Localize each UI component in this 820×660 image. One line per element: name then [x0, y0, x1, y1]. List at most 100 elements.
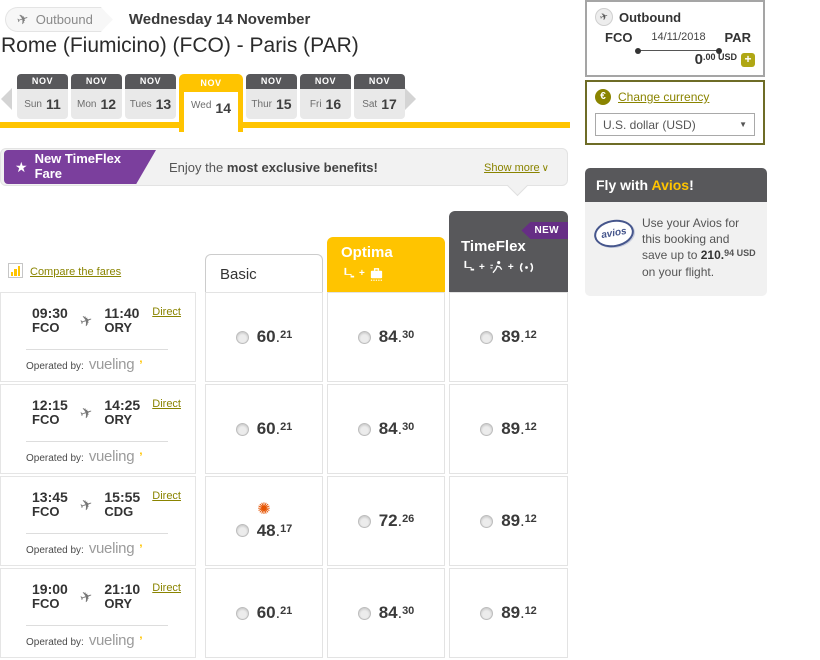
direct-link[interactable]: Direct	[152, 490, 181, 502]
price-value: 60.21	[257, 419, 293, 439]
fare-radio[interactable]	[480, 423, 493, 436]
fare-radio[interactable]	[480, 515, 493, 528]
chevron-down-icon: ∨	[542, 163, 549, 174]
date-tab-month: NOV	[71, 74, 122, 89]
fare-option-basic[interactable]: 60.21	[205, 568, 323, 658]
banner-notch	[507, 175, 528, 196]
plane-icon: ✈	[77, 494, 95, 515]
direct-link[interactable]: Direct	[152, 582, 181, 594]
divider	[26, 349, 168, 350]
date-tab-month: NOV	[17, 74, 68, 89]
departure-airport: FCO	[32, 413, 68, 428]
date-tab-month: NOV	[246, 74, 297, 89]
date-tab-month: NOV	[300, 74, 351, 89]
banner-message: Enjoy the most exclusive benefits!	[169, 160, 378, 175]
fare-option-timeflex[interactable]: 89.12	[449, 384, 568, 474]
price-value: 89.12	[501, 327, 537, 347]
outbound-summary-box: ✈ Outbound FCO 14/11/2018 PAR 0.00 USD +	[585, 0, 765, 77]
fare-radio[interactable]	[480, 607, 493, 620]
fare-option-timeflex[interactable]: 89.12	[449, 476, 568, 566]
price-value: 60.21	[257, 327, 293, 347]
fare-option-optima[interactable]: 72.26	[327, 476, 445, 566]
flight-row: 12:15FCO ✈ 14:25ORY Direct Operated by: …	[0, 384, 570, 474]
timeflex-benefits-icons: + +	[461, 260, 568, 274]
fare-option-optima[interactable]: 84.30	[327, 292, 445, 382]
divider	[26, 625, 168, 626]
flight-info-cell: 12:15FCO ✈ 14:25ORY Direct Operated by: …	[0, 384, 196, 474]
fare-table: Compare the fares Basic Optima + NEW Tim…	[0, 211, 570, 660]
operated-by-label: Operated by:	[26, 453, 84, 464]
avios-logo: avios	[592, 217, 636, 251]
flight-info-cell: 09:30FCO ✈ 11:40ORY Direct Operated by: …	[0, 292, 196, 382]
fare-column-optima[interactable]: Optima +	[327, 237, 445, 292]
summary-title: Outbound	[619, 10, 681, 25]
avios-message: Use your Avios for this booking and save…	[642, 215, 758, 280]
fare-radio[interactable]	[236, 331, 249, 344]
fare-radio[interactable]	[358, 515, 371, 528]
expand-total-button[interactable]: +	[741, 53, 755, 67]
date-tab[interactable]: NOV Sun 11	[17, 74, 68, 119]
plane-icon: ✈	[77, 586, 95, 607]
departure-airport: FCO	[32, 505, 68, 520]
fare-radio[interactable]	[480, 331, 493, 344]
price-value: 89.12	[501, 603, 537, 623]
hot-deal-icon: ✺	[257, 502, 270, 518]
date-tab[interactable]: NOV Tues 13	[125, 74, 176, 119]
currency-select[interactable]: U.S. dollar (USD) ▼	[595, 113, 755, 136]
sidebar: ✈ Outbound FCO 14/11/2018 PAR 0.00 USD +…	[585, 0, 767, 296]
currency-icon: €	[595, 89, 611, 105]
date-tab-daynum: 17	[381, 96, 397, 112]
fare-radio[interactable]	[236, 607, 249, 620]
compare-fares-link[interactable]: Compare the fares	[8, 263, 121, 278]
fare-option-optima[interactable]: 84.30	[327, 568, 445, 658]
fare-option-timeflex[interactable]: 89.12	[449, 292, 568, 382]
date-tab-month: NOV	[179, 74, 243, 92]
direct-link[interactable]: Direct	[152, 306, 181, 318]
date-tab[interactable]: NOV Sat 17	[354, 74, 405, 119]
date-tab[interactable]: NOV Thur 15	[246, 74, 297, 119]
price-value: 72.26	[379, 511, 415, 531]
price-value: 84.30	[379, 327, 415, 347]
departure-time: 13:45	[32, 489, 68, 505]
price-value: 89.12	[501, 419, 537, 439]
fare-radio[interactable]	[236, 423, 249, 436]
carousel-next-icon[interactable]	[405, 88, 416, 110]
date-tab[interactable]: NOV Wed 14	[179, 74, 243, 132]
fare-option-timeflex[interactable]: 89.12	[449, 568, 568, 658]
direct-link[interactable]: Direct	[152, 398, 181, 410]
fare-column-basic[interactable]: Basic	[205, 254, 323, 292]
date-tab[interactable]: NOV Mon 12	[71, 74, 122, 119]
operated-by-label: Operated by:	[26, 545, 84, 556]
divider	[26, 533, 168, 534]
fare-option-basic[interactable]: ✺48.17	[205, 476, 323, 566]
departure-time: 09:30	[32, 305, 68, 321]
header-row: ✈ Outbound Wednesday 14 November	[5, 7, 310, 32]
dropdown-arrow-icon: ▼	[739, 120, 747, 129]
fare-column-timeflex[interactable]: NEW TimeFlex + +	[449, 211, 568, 292]
fare-radio[interactable]	[236, 524, 249, 537]
carousel-prev-icon[interactable]	[1, 88, 12, 110]
avios-box: Fly with Avios! avios Use your Avios for…	[585, 168, 767, 296]
date-tab-daynum: 13	[156, 96, 172, 112]
vueling-accent-icon: ’	[139, 542, 142, 556]
flight-info-cell: 19:00FCO ✈ 21:10ORY Direct Operated by: …	[0, 568, 196, 658]
currency-box: € Change currency U.S. dollar (USD) ▼	[585, 80, 765, 145]
fare-radio[interactable]	[358, 331, 371, 344]
date-tab-daynum: 14	[215, 100, 231, 116]
outbound-breadcrumb: ✈ Outbound	[5, 7, 113, 32]
show-more-link[interactable]: Show more∨	[484, 162, 549, 174]
date-tab-dayname: Thur	[251, 99, 272, 110]
fare-radio[interactable]	[358, 607, 371, 620]
price-value: 60.21	[257, 603, 293, 623]
flight-row: 19:00FCO ✈ 21:10ORY Direct Operated by: …	[0, 568, 570, 658]
total-amount: 0.00 USD	[695, 51, 737, 69]
flexibility-icon	[518, 261, 535, 274]
fare-option-basic[interactable]: 60.21	[205, 292, 323, 382]
optima-benefits-icons: +	[341, 266, 445, 281]
change-currency-link[interactable]: Change currency	[618, 90, 709, 104]
fare-option-optima[interactable]: 84.30	[327, 384, 445, 474]
fare-option-basic[interactable]: 60.21	[205, 384, 323, 474]
date-tab[interactable]: NOV Fri 16	[300, 74, 351, 119]
fare-radio[interactable]	[358, 423, 371, 436]
date-tab-daynum: 12	[100, 96, 116, 112]
